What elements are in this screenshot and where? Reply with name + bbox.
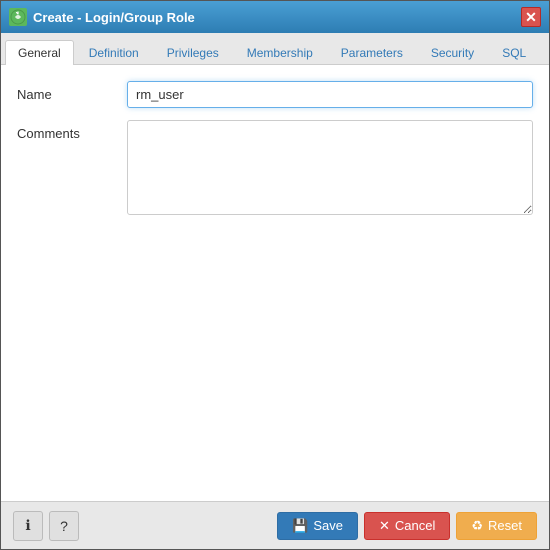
reset-icon: ♻ [471, 518, 483, 534]
save-label: Save [313, 518, 343, 533]
title-bar: Create - Login/Group Role ✕ [1, 1, 549, 33]
tab-general[interactable]: General [5, 40, 74, 65]
info-icon: ℹ [25, 517, 30, 534]
close-button[interactable]: ✕ [521, 7, 541, 27]
main-window: Create - Login/Group Role ✕ General Defi… [0, 0, 550, 550]
footer-right: 💾 Save ✕ Cancel ♻ Reset [277, 512, 537, 540]
tab-security[interactable]: Security [418, 40, 487, 65]
title-text: Create - Login/Group Role [33, 10, 195, 25]
save-button[interactable]: 💾 Save [277, 512, 358, 540]
comments-label: Comments [17, 120, 127, 141]
cancel-icon: ✕ [379, 518, 390, 534]
tab-membership[interactable]: Membership [234, 40, 326, 65]
help-button[interactable]: ? [49, 511, 79, 541]
app-icon [9, 8, 27, 26]
reset-label: Reset [488, 518, 522, 533]
tab-sql[interactable]: SQL [489, 40, 539, 65]
cancel-label: Cancel [395, 518, 435, 533]
footer: ℹ ? 💾 Save ✕ Cancel ♻ Reset [1, 501, 549, 549]
content-area: Name Comments [1, 65, 549, 501]
reset-button[interactable]: ♻ Reset [456, 512, 537, 540]
title-bar-left: Create - Login/Group Role [9, 8, 195, 26]
footer-left: ℹ ? [13, 511, 79, 541]
tab-privileges[interactable]: Privileges [154, 40, 232, 65]
comments-row: Comments [17, 120, 533, 215]
cancel-button[interactable]: ✕ Cancel [364, 512, 450, 540]
name-label: Name [17, 81, 127, 102]
tab-definition[interactable]: Definition [76, 40, 152, 65]
info-button[interactable]: ℹ [13, 511, 43, 541]
help-icon: ? [60, 518, 68, 534]
name-input[interactable] [127, 81, 533, 108]
name-row: Name [17, 81, 533, 108]
comments-textarea[interactable] [127, 120, 533, 215]
save-icon: 💾 [292, 518, 308, 534]
tab-parameters[interactable]: Parameters [328, 40, 416, 65]
tab-bar: General Definition Privileges Membership… [1, 33, 549, 65]
